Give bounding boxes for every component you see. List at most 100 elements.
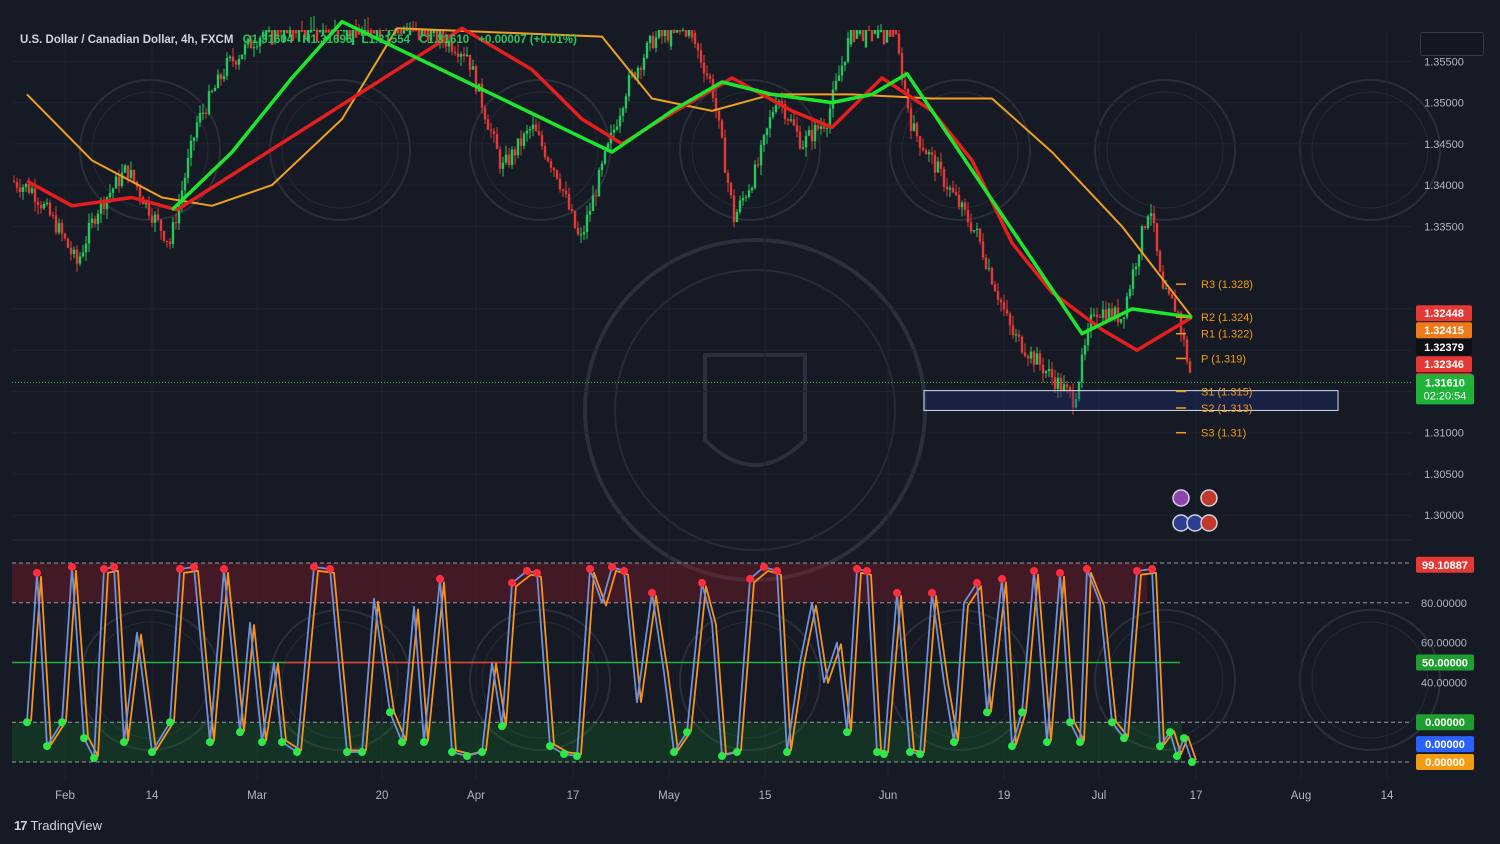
candle-body [516, 138, 520, 156]
plot-background [12, 30, 1412, 812]
chart-frame[interactable]: R3 (1.328) R2 (1.324) R1 (1.322) P (1.319) S… [0, 0, 1500, 844]
current-price-value: 1.31610 [1425, 377, 1465, 389]
tradingview-logo[interactable]: 17 TradingView [14, 818, 102, 833]
candle-body [54, 215, 58, 233]
candle-body [930, 152, 934, 155]
pivot-level-label[interactable]: R2 (1.324) [1201, 312, 1253, 324]
candle-body [537, 131, 541, 135]
candle-body [1029, 351, 1033, 359]
candle-body [789, 119, 793, 121]
candle-body [1035, 353, 1039, 365]
candle-body [1008, 313, 1012, 326]
candle-body [735, 211, 739, 222]
economic-event-flag-icon[interactable] [1200, 514, 1218, 532]
support-zone-box[interactable] [923, 390, 1339, 411]
oversold-signal-dot [23, 718, 31, 727]
overbought-signal-dot [1133, 566, 1141, 575]
time-tick-label: 15 [759, 790, 772, 802]
candle-body [768, 117, 772, 129]
economic-event-flag-icon[interactable] [1172, 489, 1190, 507]
candle-body [546, 157, 550, 162]
candle-body [339, 30, 343, 31]
candle-body [525, 130, 529, 134]
oversold-signal-dot [386, 708, 394, 717]
economic-event-flag-icon[interactable] [1200, 489, 1218, 507]
oversold-signal-dot [463, 752, 471, 761]
stoch-value-label: 50.00000 [1422, 658, 1468, 670]
candle-body [1155, 223, 1159, 252]
candle-body [63, 233, 67, 239]
candle-body [852, 30, 856, 43]
pivot-level-label[interactable]: P (1.319) [1201, 353, 1246, 365]
candle-body [294, 30, 298, 34]
pivot-level-label[interactable]: S2 (1.313) [1201, 403, 1252, 415]
overbought-signal-dot [436, 574, 444, 583]
candle-body [1134, 266, 1138, 270]
candle-body [984, 257, 988, 269]
symbol-title: U.S. Dollar / Canadian Dollar, 4h, FXCM [20, 34, 234, 46]
overbought-signal-dot [310, 562, 318, 571]
candle-body [693, 33, 697, 44]
tradingview-icon: 17 [14, 818, 28, 833]
candle-body [885, 30, 889, 43]
candle-body [669, 30, 673, 47]
candle-body [1185, 339, 1189, 362]
time-tick-label: Aug [1291, 790, 1311, 802]
candle-body [105, 197, 109, 210]
candle-body [522, 133, 526, 146]
candle-body [57, 223, 61, 233]
candle-body [666, 30, 670, 41]
candle-body [822, 126, 826, 129]
candle-body [678, 30, 682, 32]
candle-body [834, 80, 838, 90]
candle-body [903, 80, 907, 89]
overbought-signal-dot [33, 568, 41, 577]
candle-body [1119, 318, 1123, 323]
candle-body [195, 122, 199, 138]
candle-body [720, 120, 724, 138]
toolbar-button[interactable] [1420, 32, 1484, 56]
candle-body [414, 30, 418, 32]
candle-body [171, 222, 175, 245]
oversold-signal-dot [448, 748, 456, 757]
candle-body [18, 187, 22, 192]
candle-body [579, 234, 583, 236]
candle-body [531, 124, 535, 130]
candle-body [300, 30, 304, 32]
candle-body [342, 30, 346, 32]
candle-body [1062, 384, 1066, 391]
candle-body [216, 74, 220, 89]
candle-body [42, 203, 46, 209]
candle-body [405, 30, 409, 31]
candle-body [996, 291, 1000, 300]
pivot-level-label[interactable]: R3 (1.328) [1201, 279, 1253, 291]
candle-body [465, 54, 469, 57]
candle-body [603, 151, 607, 164]
price-axis[interactable]: 1.35500 1.35000 1.34500 1.34000 1.33500 1.310… [1416, 56, 1474, 770]
candle-body [588, 211, 592, 215]
candle-body [993, 284, 997, 292]
candle-body [486, 119, 490, 130]
overbought-signal-dot [326, 564, 334, 573]
candle-body [1152, 213, 1156, 224]
candle-body [927, 152, 931, 155]
candle-body [573, 211, 577, 228]
candle-body [165, 240, 169, 242]
pivot-level-label[interactable]: S1 (1.315) [1201, 386, 1252, 398]
candle-body [810, 130, 814, 142]
candle-body [942, 168, 946, 187]
pivot-level-label[interactable]: S3 (1.31) [1201, 428, 1246, 440]
candle-body [1188, 361, 1192, 373]
candle-body [162, 231, 166, 241]
candle-body [690, 30, 694, 38]
candle-body [771, 111, 775, 118]
price-tick-label: 1.30000 [1424, 510, 1464, 522]
oversold-signal-dot [258, 738, 266, 747]
pivot-level-label[interactable]: R1 (1.322) [1201, 329, 1253, 341]
stoch-value-label: 0.00000 [1425, 739, 1465, 751]
candle-body [12, 181, 16, 183]
candle-body [747, 190, 751, 198]
symbol-legend[interactable]: U.S. Dollar / Canadian Dollar, 4h, FXCM … [20, 34, 583, 46]
oversold-signal-dot [80, 734, 88, 743]
candle-body [639, 67, 643, 70]
